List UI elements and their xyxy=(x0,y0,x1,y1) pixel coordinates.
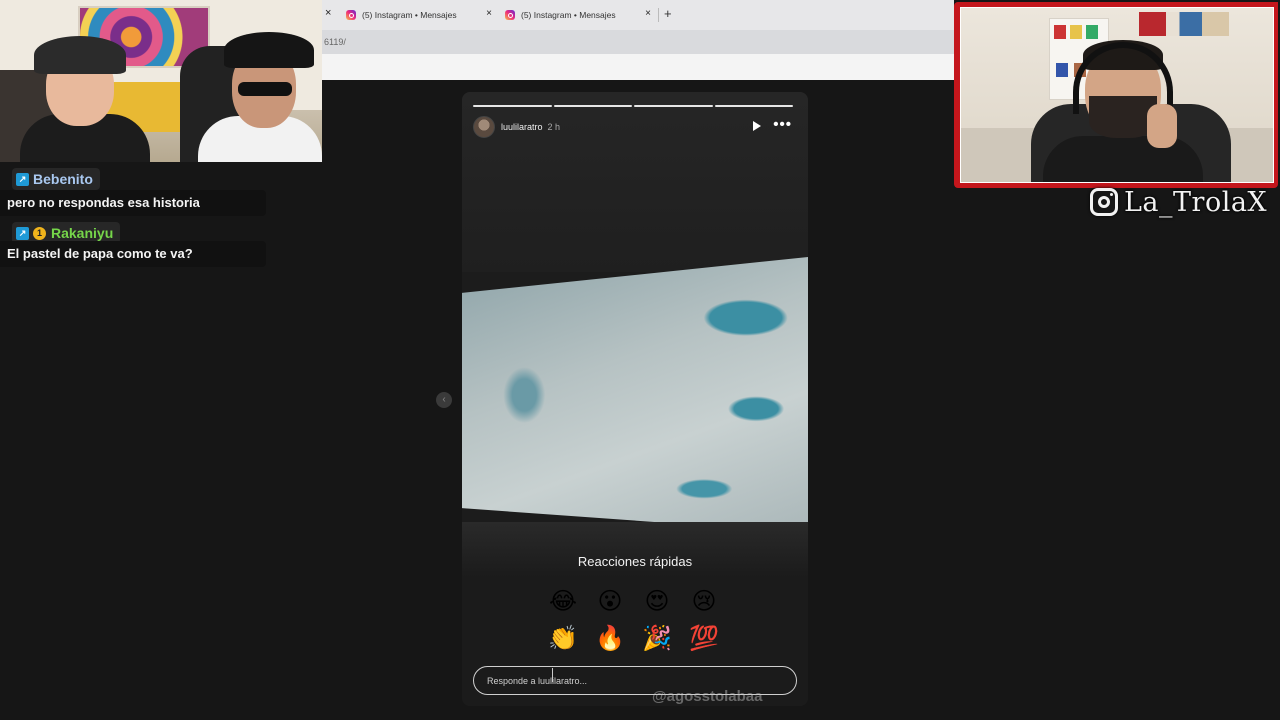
bookmarks-bar xyxy=(322,54,954,80)
webcam-right xyxy=(960,7,1274,183)
posters xyxy=(1139,12,1229,36)
close-icon[interactable]: × xyxy=(486,8,492,19)
quick-reactions-title: Reacciones rápidas xyxy=(577,554,693,569)
chat-text: El pastel de papa como te va? xyxy=(0,241,266,267)
browser-tab-instagram-1[interactable]: (5) Instagram • Mensajes × xyxy=(346,4,498,26)
hand xyxy=(1147,104,1177,148)
webcam-left xyxy=(0,0,322,162)
tab-title: (5) Instagram • Mensajes xyxy=(362,10,457,20)
text-cursor xyxy=(552,668,553,682)
hundred-emoji-icon[interactable]: 💯 xyxy=(689,623,719,653)
fire-emoji-icon[interactable]: 🔥 xyxy=(595,623,625,653)
streamer-body xyxy=(1043,136,1203,182)
cap xyxy=(224,32,314,68)
close-icon[interactable]: × xyxy=(645,8,651,19)
browser-tab-bar: × (5) Instagram • Mensajes × (5) Instagr… xyxy=(322,0,954,30)
story-photo xyxy=(462,257,808,533)
avatar[interactable] xyxy=(473,116,495,138)
story-progress-bar xyxy=(473,105,793,107)
new-tab-button[interactable]: + xyxy=(664,6,672,21)
story-username[interactable]: luulilaratro xyxy=(501,122,543,132)
progress-segment xyxy=(473,105,552,107)
watermark: @agosstolabaa xyxy=(652,688,763,705)
instagram-handle: La_TrolaX xyxy=(1090,185,1267,219)
progress-segment xyxy=(634,105,713,107)
progress-segment xyxy=(714,105,793,107)
chat-username-tag: ↗ Bebenito xyxy=(12,168,100,190)
progress-segment xyxy=(553,105,632,107)
browser-tab-instagram-2[interactable]: (5) Instagram • Mensajes × xyxy=(505,4,657,26)
stream-screen: × (5) Instagram • Mensajes × (5) Instagr… xyxy=(0,0,1280,720)
sub-badge-icon: 1 xyxy=(33,226,46,240)
person-left xyxy=(20,30,150,162)
crying-emoji-icon[interactable]: 😢 xyxy=(689,586,719,616)
instagram-story: luulilaratro 2 h ••• Reacciones rápidas … xyxy=(462,92,808,706)
prime-badge-icon: ↗ xyxy=(16,172,29,186)
url-text: 6119/ xyxy=(324,37,346,47)
instagram-icon xyxy=(346,10,356,20)
close-tab-icon[interactable]: × xyxy=(325,7,331,19)
clapping-emoji-icon[interactable]: 👏 xyxy=(548,623,578,653)
prime-badge-icon: ↗ xyxy=(16,226,29,240)
chat-text: pero no respondas esa historia xyxy=(0,190,266,216)
person-right xyxy=(198,30,322,162)
laughing-tears-emoji-icon[interactable]: 😂 xyxy=(548,586,578,616)
heart-eyes-emoji-icon[interactable]: 😍 xyxy=(642,586,672,616)
instagram-handle-text: La_TrolaX xyxy=(1124,186,1268,218)
chat-username: Bebenito xyxy=(33,171,93,187)
story-header: luulilaratro 2 h ••• xyxy=(473,116,797,138)
instagram-icon xyxy=(505,10,515,20)
instagram-icon xyxy=(1090,188,1118,216)
play-icon[interactable] xyxy=(753,121,761,131)
chat-username: Rakaniyu xyxy=(51,225,114,241)
story-time: 2 h xyxy=(547,122,561,132)
surprised-emoji-icon[interactable]: 😮 xyxy=(595,586,625,616)
sunglasses xyxy=(238,82,292,96)
tab-divider xyxy=(658,8,659,22)
previous-story-button[interactable]: ‹ xyxy=(436,392,452,408)
cap xyxy=(34,36,126,74)
party-emoji-icon[interactable]: 🎉 xyxy=(642,623,672,653)
more-options-icon[interactable]: ••• xyxy=(773,117,792,133)
address-bar[interactable]: 6119/ xyxy=(322,30,954,54)
reply-input[interactable] xyxy=(487,673,777,689)
tab-title: (5) Instagram • Mensajes xyxy=(521,10,616,20)
